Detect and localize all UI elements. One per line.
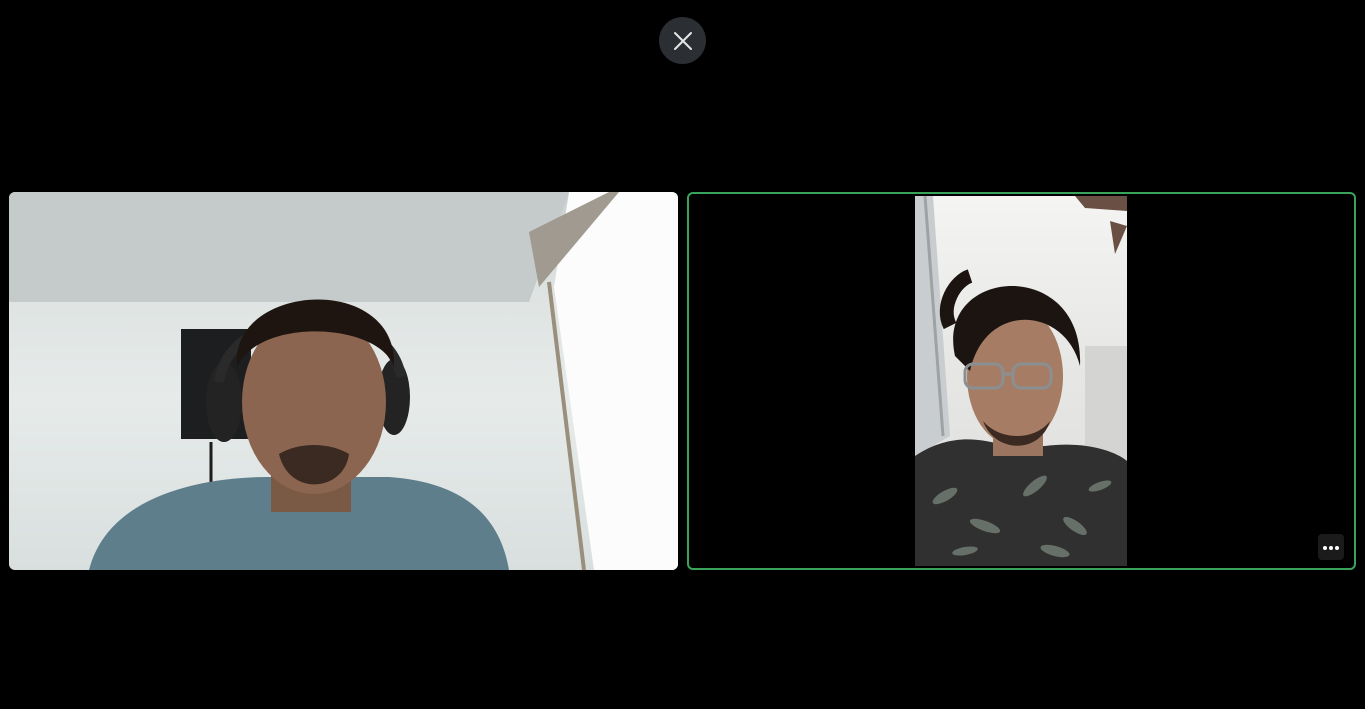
participant-video-2 — [915, 196, 1127, 566]
more-options-button[interactable] — [1318, 534, 1344, 560]
webcam-frame-2 — [915, 196, 1127, 566]
more-options-icon — [1322, 538, 1340, 556]
participant-tile-2[interactable] — [687, 192, 1356, 570]
video-call-stage — [0, 0, 1365, 709]
participant-video-1 — [9, 192, 678, 570]
webcam-frame-1 — [9, 192, 678, 570]
participant-tile-1[interactable] — [9, 192, 678, 570]
close-icon — [673, 31, 693, 51]
close-button[interactable] — [659, 17, 706, 64]
